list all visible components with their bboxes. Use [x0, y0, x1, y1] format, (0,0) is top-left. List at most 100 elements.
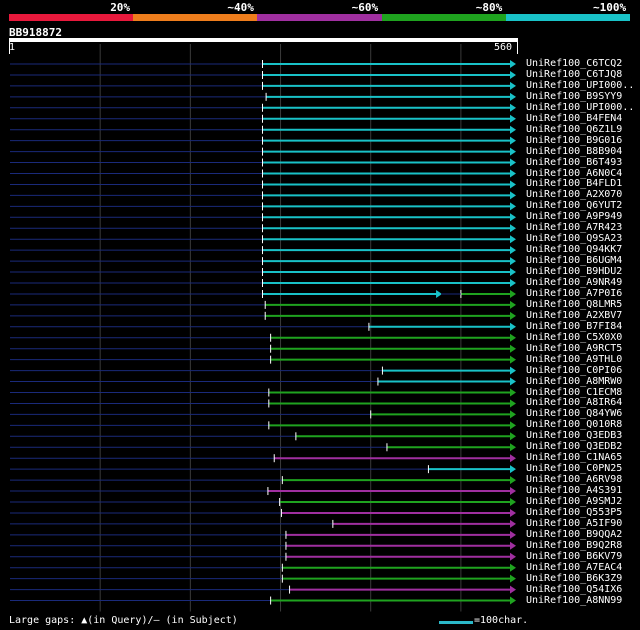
- hit-end-arrow: [510, 465, 516, 474]
- hit-label[interactable]: UniRef100_A8MRW0: [526, 376, 622, 387]
- hit-end-arrow: [510, 268, 516, 277]
- hit-label[interactable]: UniRef100_A9SMJ2: [526, 496, 622, 507]
- scale-swatch: [439, 621, 473, 624]
- hit-end-arrow: [510, 103, 516, 112]
- hit-end-arrow: [510, 421, 516, 430]
- hit-label[interactable]: UniRef100_Q94KK7: [526, 244, 622, 255]
- hit-label[interactable]: UniRef100_UPI000..: [526, 102, 634, 113]
- hit-label[interactable]: UniRef100_A2X070: [526, 189, 622, 200]
- hit-label[interactable]: UniRef100_B6KV79: [526, 551, 622, 562]
- hit-label[interactable]: UniRef100_A9THL0: [526, 354, 622, 365]
- hit-end-arrow: [510, 169, 516, 178]
- hit-end-arrow: [510, 92, 516, 101]
- hit-label[interactable]: UniRef100_B9HDU2: [526, 266, 622, 277]
- hit-end-arrow: [510, 322, 516, 331]
- hit-end-arrow: [510, 519, 516, 528]
- hit-end-arrow: [510, 574, 516, 583]
- hit-label[interactable]: UniRef100_Q010R8: [526, 419, 622, 430]
- hit-end-arrow: [510, 355, 516, 364]
- hit-label[interactable]: UniRef100_UPI000..: [526, 80, 634, 91]
- hit-end-arrow: [510, 530, 516, 539]
- hit-end-arrow: [510, 300, 516, 309]
- hit-label[interactable]: UniRef100_A7EAC4: [526, 562, 622, 573]
- hit-label[interactable]: UniRef100_C0PI06: [526, 365, 622, 376]
- hit-end-arrow: [510, 443, 516, 452]
- hit-label[interactable]: UniRef100_C6TCQ2: [526, 58, 622, 69]
- hit-end-arrow: [510, 224, 516, 233]
- hit-label[interactable]: UniRef100_C1ECM8: [526, 387, 622, 398]
- hit-label[interactable]: UniRef100_A9P949: [526, 211, 622, 222]
- hit-label[interactable]: UniRef100_A5IF90: [526, 518, 622, 529]
- hit-end-arrow: [510, 508, 516, 517]
- hit-label[interactable]: UniRef100_B9G016: [526, 135, 622, 146]
- hit-end-arrow: [510, 377, 516, 386]
- hit-label[interactable]: UniRef100_C6TJQ8: [526, 69, 622, 80]
- hit-end-arrow: [510, 344, 516, 353]
- hit-end-arrow: [510, 366, 516, 375]
- hit-label[interactable]: UniRef100_Q553P5: [526, 507, 622, 518]
- hit-end-arrow: [510, 388, 516, 397]
- hit-end-arrow: [510, 147, 516, 156]
- hit-label[interactable]: UniRef100_B4FEN4: [526, 113, 622, 124]
- hit-label[interactable]: UniRef100_Q84YW6: [526, 408, 622, 419]
- hit-label[interactable]: UniRef100_B9QQA2: [526, 529, 622, 540]
- hit-label[interactable]: UniRef100_B6K3Z9: [526, 573, 622, 584]
- hit-label[interactable]: UniRef100_A7R423: [526, 222, 622, 233]
- hit-end-arrow: [510, 202, 516, 211]
- hit-label[interactable]: UniRef100_Q6YUT2: [526, 200, 622, 211]
- hit-label[interactable]: UniRef100_B9Q2R8: [526, 540, 622, 551]
- hit-end-arrow: [510, 136, 516, 145]
- hit-label[interactable]: UniRef100_A8NN99: [526, 595, 622, 606]
- hit-end-arrow: [510, 279, 516, 287]
- hit-end-arrow: [510, 81, 516, 90]
- hit-label[interactable]: UniRef100_C1NA65: [526, 452, 622, 463]
- hit-end-arrow: [510, 246, 516, 255]
- scale-legend: =100char.: [474, 615, 529, 626]
- hit-end-arrow: [510, 498, 516, 506]
- hit-end-arrow: [510, 333, 516, 342]
- hit-label[interactable]: UniRef100_A8IR64: [526, 397, 622, 408]
- hit-end-arrow: [510, 289, 516, 298]
- hit-end-arrow: [510, 213, 516, 222]
- hit-label[interactable]: UniRef100_Q54IX6: [526, 584, 622, 595]
- hit-label[interactable]: UniRef100_C0PN25: [526, 463, 622, 474]
- hit-label[interactable]: UniRef100_B9SYY9: [526, 91, 622, 102]
- hit-end-arrow: [510, 596, 516, 605]
- hit-label[interactable]: UniRef100_A7P0I6: [526, 288, 622, 299]
- hit-label[interactable]: UniRef100_Q6Z1L9: [526, 124, 622, 135]
- hit-label[interactable]: UniRef100_A9NR49: [526, 277, 622, 288]
- hit-end-arrow: [510, 257, 516, 266]
- hit-label[interactable]: UniRef100_Q8LMR5: [526, 299, 622, 310]
- hit-label[interactable]: UniRef100_B6UGM4: [526, 255, 622, 266]
- hit-end-arrow: [510, 432, 516, 441]
- hit-end-arrow: [510, 454, 516, 463]
- hit-label[interactable]: UniRef100_A2XBV7: [526, 310, 622, 321]
- hit-label[interactable]: UniRef100_C5X0X0: [526, 332, 622, 343]
- hit-end-arrow: [510, 191, 516, 200]
- hit-label[interactable]: UniRef100_A4S391: [526, 485, 622, 496]
- hit-end-arrow: [510, 476, 516, 485]
- hit-label[interactable]: UniRef100_A6N0C4: [526, 168, 622, 179]
- hit-end-arrow: [510, 235, 516, 244]
- hit-end-arrow: [510, 158, 516, 167]
- hit-label[interactable]: UniRef100_B7FI84: [526, 321, 622, 332]
- hit-label[interactable]: UniRef100_Q3EDB2: [526, 441, 622, 452]
- hit-label[interactable]: UniRef100_B8B904: [526, 146, 622, 157]
- hit-end-arrow: [510, 552, 516, 561]
- hit-label[interactable]: UniRef100_A9RCT5: [526, 343, 622, 354]
- hit-end-arrow: [510, 311, 516, 320]
- hit-label[interactable]: UniRef100_B4FLD1: [526, 178, 622, 189]
- hit-end-arrow: [510, 114, 516, 123]
- hit-label[interactable]: UniRef100_Q3EDB3: [526, 430, 622, 441]
- hit-end-arrow: [510, 60, 516, 68]
- hit-end-arrow: [510, 399, 516, 408]
- hit-label[interactable]: UniRef100_B6T493: [526, 157, 622, 168]
- hit-label[interactable]: UniRef100_A6RV98: [526, 474, 622, 485]
- hit-label[interactable]: UniRef100_Q9SA23: [526, 233, 622, 244]
- hit-end-arrow: [510, 70, 516, 79]
- hit-end-arrow: [510, 487, 516, 496]
- hit-end-arrow: [510, 563, 516, 572]
- hit-end-arrow: [510, 541, 516, 550]
- hit-end-arrow: [510, 410, 516, 419]
- hit-end-arrow: [510, 585, 516, 594]
